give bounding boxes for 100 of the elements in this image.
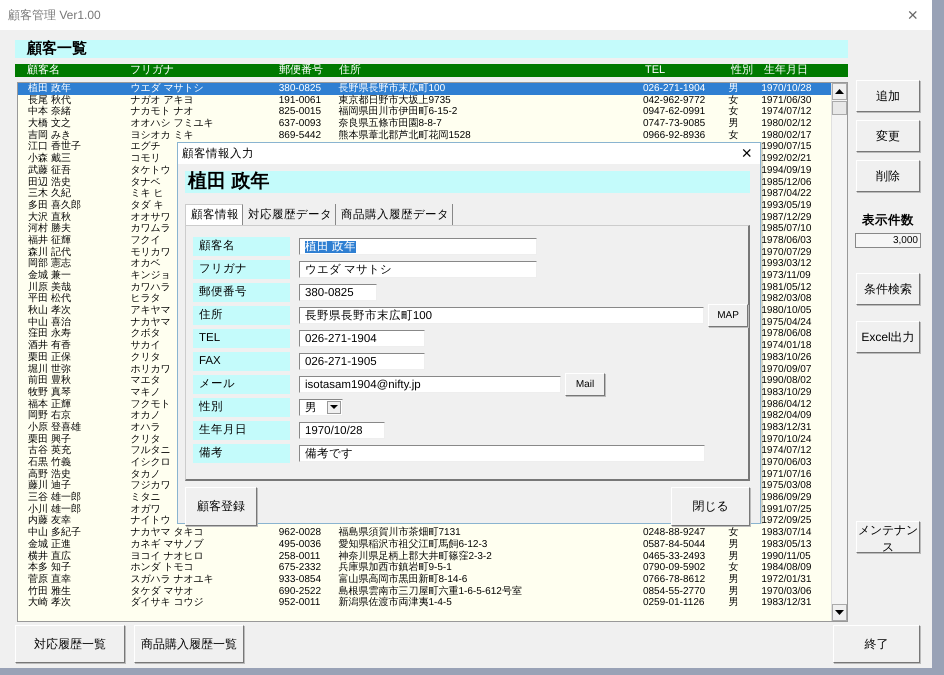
list-cell: 島根県雲南市三刀屋町六重1-6-5-612号室 [338, 586, 522, 597]
list-cell: 1974/01/18 [761, 340, 812, 352]
list-cell: 380-0825 [278, 83, 322, 94]
input-field[interactable]: 植田 政年 [299, 238, 537, 254]
scrollbar[interactable] [831, 83, 847, 621]
action-button[interactable]: 追加 [856, 80, 920, 112]
list-cell: 0854-55-2770 [642, 586, 706, 597]
field-label: 郵便番号 [193, 282, 290, 302]
list-row[interactable]: 長尾 秋代 ナガオ アキヨ 191-0061 東京都日野市大坂上9735 042-962-9772 女 1971/06/30 [18, 94, 831, 106]
input-field[interactable]: 026-271-1904 [299, 330, 425, 346]
column-header[interactable]: フリガナ [130, 64, 279, 77]
list-cell: 0966-92-8936 [642, 130, 706, 141]
list-cell: 男 [728, 597, 739, 608]
list-row[interactable]: 中本 奈緒 ナカモト ナオ 825-0015 福岡県田川市伊田町6-15-2 0947-62-0991 女 1974/07/12 [18, 106, 831, 118]
list-cell: ヨコイ ナオヒロ [130, 550, 204, 562]
list-cell: マエタ [130, 375, 160, 386]
field-label: 備考 [193, 444, 290, 462]
list-row[interactable]: 大橋 文之 オオハシ フミユキ 637-0093 奈良県五條市田園8-8-7 0747-73-9085 男 1980/02/12 [18, 118, 831, 130]
list-cell: 675-2332 [278, 562, 322, 574]
list-cell: 男 [728, 83, 739, 94]
exit-button[interactable]: 終了 [833, 625, 920, 663]
input-field[interactable]: 1970/10/28 [299, 422, 385, 438]
register-button[interactable]: 顧客登録 [185, 487, 257, 526]
list-cell: スガハラ ナオユキ [130, 574, 214, 585]
field-button[interactable]: MAP [708, 304, 748, 326]
list-cell: マキノ [130, 386, 160, 398]
list-row[interactable]: 中山 多紀子 ナカヤマ タキコ 962-0028 福島県須賀川市茶畑町7131 0248-88-9247 女 1983/07/14 [18, 527, 831, 539]
list-row[interactable]: 吉岡 みき ヨシオカ ミキ 869-5442 熊本県葦北郡芦北町花岡1528 0966-92-8936 女 1980/02/17 [18, 130, 831, 142]
list-cell: ヒラタ [130, 293, 160, 304]
list-cell: ヨシオカ ミキ [130, 130, 194, 141]
list-row[interactable]: 竹田 雅生 タケダ マサオ 690-2522 島根県雲南市三刀屋町六重1-6-5-612号室 0854-55-2770 男 1970/03/06 [18, 586, 831, 598]
list-cell: アキヤマ [130, 305, 170, 316]
field-label: FAX [193, 352, 290, 370]
list-cell: 内藤 友幸 [28, 515, 71, 526]
list-cell: 1970/09/07 [761, 364, 812, 374]
field-button[interactable]: Mail [565, 372, 605, 396]
action-button[interactable]: 変更 [856, 120, 920, 152]
field-label: TEL [193, 328, 290, 348]
list-cell: オカベ [130, 258, 160, 270]
list-cell: 1984/08/09 [761, 562, 812, 574]
list-cell: 女 [728, 130, 739, 141]
column-header[interactable]: 性別 [731, 64, 764, 77]
list-row[interactable]: 金城 正進 カネギ マサノブ 495-0036 愛知県稲沢市祖父江町馬飼6-12-3 0587-84-5044 男 1983/05/13 [18, 538, 831, 550]
input-field[interactable]: 長野県長野市末広町100 [298, 306, 704, 324]
input-field[interactable]: 026-271-1905 [299, 352, 425, 370]
list-row[interactable]: 横井 直広 ヨコイ ナオヒロ 258-0011 神奈川県足柄上郡大井町篠窪2-3-2 0465-33-2493 男 1990/11/05 [18, 550, 831, 562]
list-cell: 191-0061 [278, 94, 322, 106]
list-cell: 高野 浩史 [28, 468, 71, 480]
list-cell: 女 [728, 562, 739, 574]
history-button[interactable]: 対応履歴一覧 [15, 625, 125, 663]
list-cell: モリカワ [130, 246, 170, 258]
list-cell: サカイ [130, 340, 160, 352]
input-field[interactable]: 380-0825 [299, 284, 377, 300]
column-header[interactable]: 生年月日 [764, 64, 808, 77]
list-cell: クリタ [130, 352, 160, 363]
list-cell: コモリ [130, 153, 160, 164]
action-button[interactable]: Excel出力 [856, 321, 920, 353]
input-field[interactable]: isotasam1904@nifty.jp [299, 376, 561, 392]
list-row[interactable]: 大崎 孝次 ダイサキ コウジ 952-0011 新潟県佐渡市両津夷1-4-5 0259-01-1126 男 1983/12/31 [18, 597, 831, 609]
list-cell: 0747-73-9085 [642, 118, 706, 130]
tab[interactable]: 顧客情報 [185, 204, 243, 225]
list-cell: 藤川 迪子 [28, 480, 71, 492]
action-button[interactable]: 条件検索 [856, 273, 920, 305]
scroll-thumb[interactable] [832, 101, 847, 115]
list-cell: 兵庫県加西市鎮岩町9-5-1 [338, 562, 452, 574]
column-header[interactable]: TEL [645, 64, 731, 77]
input-field[interactable]: ウエダ マサトシ [299, 260, 537, 278]
list-cell: 酒井 有香 [28, 340, 71, 352]
action-button[interactable]: 削除 [856, 160, 920, 192]
list-cell: 神奈川県足柄上郡大井町篠窪2-3-2 [338, 550, 492, 562]
close-dialog-button[interactable]: 閉じる [671, 487, 750, 526]
list-cell: 男 [728, 574, 739, 585]
column-header[interactable]: 住所 [339, 64, 645, 77]
list-cell: カワムラ [130, 223, 170, 234]
close-button[interactable]: × [733, 143, 760, 164]
list-cell: 1972/01/31 [761, 574, 812, 585]
history-button[interactable]: 商品購入履歴一覧 [134, 625, 244, 663]
window-title: 顧客管理 Ver1.00 [8, 6, 101, 24]
list-cell: 1972/09/25 [761, 515, 812, 526]
list-cell: 1970/03/06 [761, 586, 812, 597]
input-field[interactable]: 備考です [299, 444, 705, 462]
list-cell: 869-5442 [278, 130, 322, 141]
list-cell: 武藤 征吾 [28, 164, 71, 176]
list-cell: 川原 美哉 [28, 282, 71, 293]
list-row[interactable]: 本多 知子 ホンダ トモコ 675-2332 兵庫県加西市鎮岩町9-5-1 0790-09-5902 女 1984/08/09 [18, 562, 831, 574]
list-cell: 中山 多紀子 [28, 527, 81, 538]
list-cell: 0259-01-1126 [642, 597, 704, 608]
list-cell: 中本 奈緒 [28, 106, 71, 118]
action-button[interactable]: メンテナンス [856, 521, 920, 553]
list-row[interactable]: 菅原 直幸 スガハラ ナオユキ 933-0854 富山県高岡市黒田新町8-14-6 0766-78-8612 男 1972/01/31 [18, 574, 831, 586]
list-cell: オハラ [130, 422, 160, 433]
list-cell: 1970/10/28 [761, 83, 812, 94]
scroll-up-icon[interactable] [832, 83, 847, 100]
list-row[interactable]: 植田 政年 ウエダ マサトシ 380-0825 長野県長野市末広町100 026-271-1904 男 1970/10/28 [18, 83, 831, 95]
dropdown[interactable]: 男 [299, 398, 343, 416]
column-header[interactable]: 顧客名 [27, 64, 130, 77]
close-button[interactable]: × [901, 4, 924, 26]
column-header[interactable]: 郵便番号 [279, 64, 339, 77]
scroll-down-icon[interactable] [832, 604, 847, 621]
list-cell: 本多 知子 [28, 562, 71, 574]
